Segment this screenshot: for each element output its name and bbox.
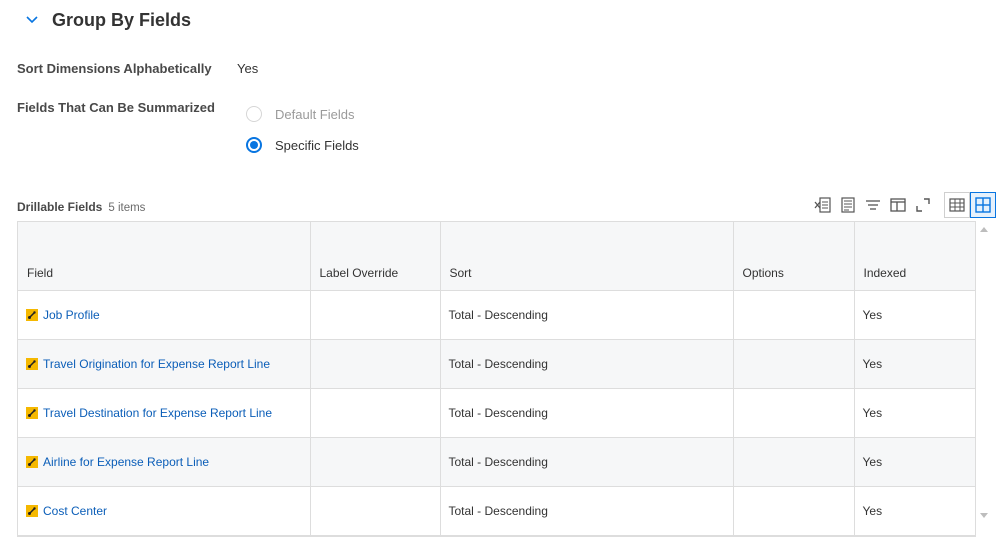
column-header-sort[interactable]: Sort: [440, 222, 734, 291]
sort-cell: Total - Descending: [440, 388, 734, 438]
field-cell: Travel Destination for Expense Report Li…: [18, 388, 311, 438]
table-row: Travel Origination for Expense Report Li…: [18, 339, 975, 389]
column-header-field[interactable]: Field: [18, 222, 311, 291]
sort-cell: Total - Descending: [440, 290, 734, 340]
field-link[interactable]: Travel Destination for Expense Report Li…: [43, 406, 272, 420]
indexed-cell: Yes: [854, 339, 975, 389]
field-type-icon: [26, 309, 38, 321]
field-cell: Job Profile: [18, 290, 311, 340]
radio-dot: [250, 141, 258, 149]
radio-label: Specific Fields: [275, 137, 359, 153]
radio-default-fields[interactable]: Default Fields: [246, 106, 354, 122]
drillable-fields-grid: Field Label Override Sort Options Indexe…: [17, 221, 976, 537]
sort-cell: Total - Descending: [440, 339, 734, 389]
section-title: Group By Fields: [52, 9, 192, 30]
grid-table: Field Label Override Sort Options Indexe…: [18, 222, 975, 536]
indexed-cell: Yes: [854, 290, 975, 340]
scroll-up-icon[interactable]: [980, 227, 988, 232]
table-row: Cost Center Total - Descending Yes: [18, 486, 975, 536]
label-override-cell: [310, 437, 441, 487]
grid-scrollbar[interactable]: [977, 221, 991, 526]
table-row: Job Profile Total - Descending Yes: [18, 290, 975, 340]
field-cell: Cost Center: [18, 486, 311, 536]
indexed-cell: Yes: [854, 388, 975, 438]
table-row: Airline for Expense Report Line Total - …: [18, 437, 975, 487]
column-header-options[interactable]: Options: [733, 222, 855, 291]
radio-specific-fields[interactable]: Specific Fields: [246, 137, 359, 153]
header-row: Field Label Override Sort Options Indexe…: [18, 222, 975, 291]
column-header-label-override[interactable]: Label Override: [310, 222, 441, 291]
grid-item-count: 5 items: [108, 202, 146, 214]
label-override-cell: [310, 486, 441, 536]
label-override-cell: [310, 339, 441, 389]
options-cell: [733, 290, 855, 340]
fullscreen-icon[interactable]: [912, 194, 934, 216]
grid-view-icon[interactable]: [970, 192, 996, 218]
indexed-cell: Yes: [854, 486, 975, 536]
field-type-icon: [26, 456, 38, 468]
field-link[interactable]: Airline for Expense Report Line: [43, 455, 209, 469]
column-config-icon[interactable]: [887, 194, 909, 216]
fields-summarized-label: Fields That Can Be Summarized: [17, 100, 215, 115]
field-type-icon: [26, 407, 38, 419]
column-header-indexed[interactable]: Indexed: [854, 222, 975, 291]
options-cell: [733, 486, 855, 536]
table-row: Travel Destination for Expense Report Li…: [18, 388, 975, 438]
grid-title-text: Drillable Fields: [17, 200, 103, 214]
export-excel-icon[interactable]: [812, 194, 834, 216]
sort-cell: Total - Descending: [440, 486, 734, 536]
indexed-cell: Yes: [854, 437, 975, 487]
field-cell: Airline for Expense Report Line: [18, 437, 311, 487]
export-pdf-icon[interactable]: [837, 194, 859, 216]
label-override-cell: [310, 290, 441, 340]
view-toggle: [944, 192, 996, 218]
grid-toolbar: [812, 192, 996, 218]
chevron-down-icon[interactable]: [22, 8, 42, 32]
radio-circle[interactable]: [246, 106, 262, 122]
sort-dimensions-value: Yes: [237, 61, 259, 76]
options-cell: [733, 339, 855, 389]
table-view-icon[interactable]: [944, 192, 970, 218]
sort-dimensions-label: Sort Dimensions Alphabetically: [17, 61, 212, 76]
section-header-group-by-fields[interactable]: Group By Fields: [22, 8, 191, 32]
field-link[interactable]: Job Profile: [43, 308, 100, 322]
field-type-icon: [26, 505, 38, 517]
sort-cell: Total - Descending: [440, 437, 734, 487]
grid-title: Drillable Fields 5 items: [17, 200, 145, 214]
options-cell: [733, 388, 855, 438]
options-cell: [733, 437, 855, 487]
label-override-cell: [310, 388, 441, 438]
filter-icon[interactable]: [862, 194, 884, 216]
field-cell: Travel Origination for Expense Report Li…: [18, 339, 311, 389]
radio-circle-selected[interactable]: [246, 137, 262, 153]
field-link[interactable]: Travel Origination for Expense Report Li…: [43, 357, 270, 371]
scroll-down-icon[interactable]: [980, 513, 988, 518]
radio-label: Default Fields: [275, 106, 355, 122]
field-link[interactable]: Cost Center: [43, 504, 107, 518]
field-type-icon: [26, 358, 38, 370]
